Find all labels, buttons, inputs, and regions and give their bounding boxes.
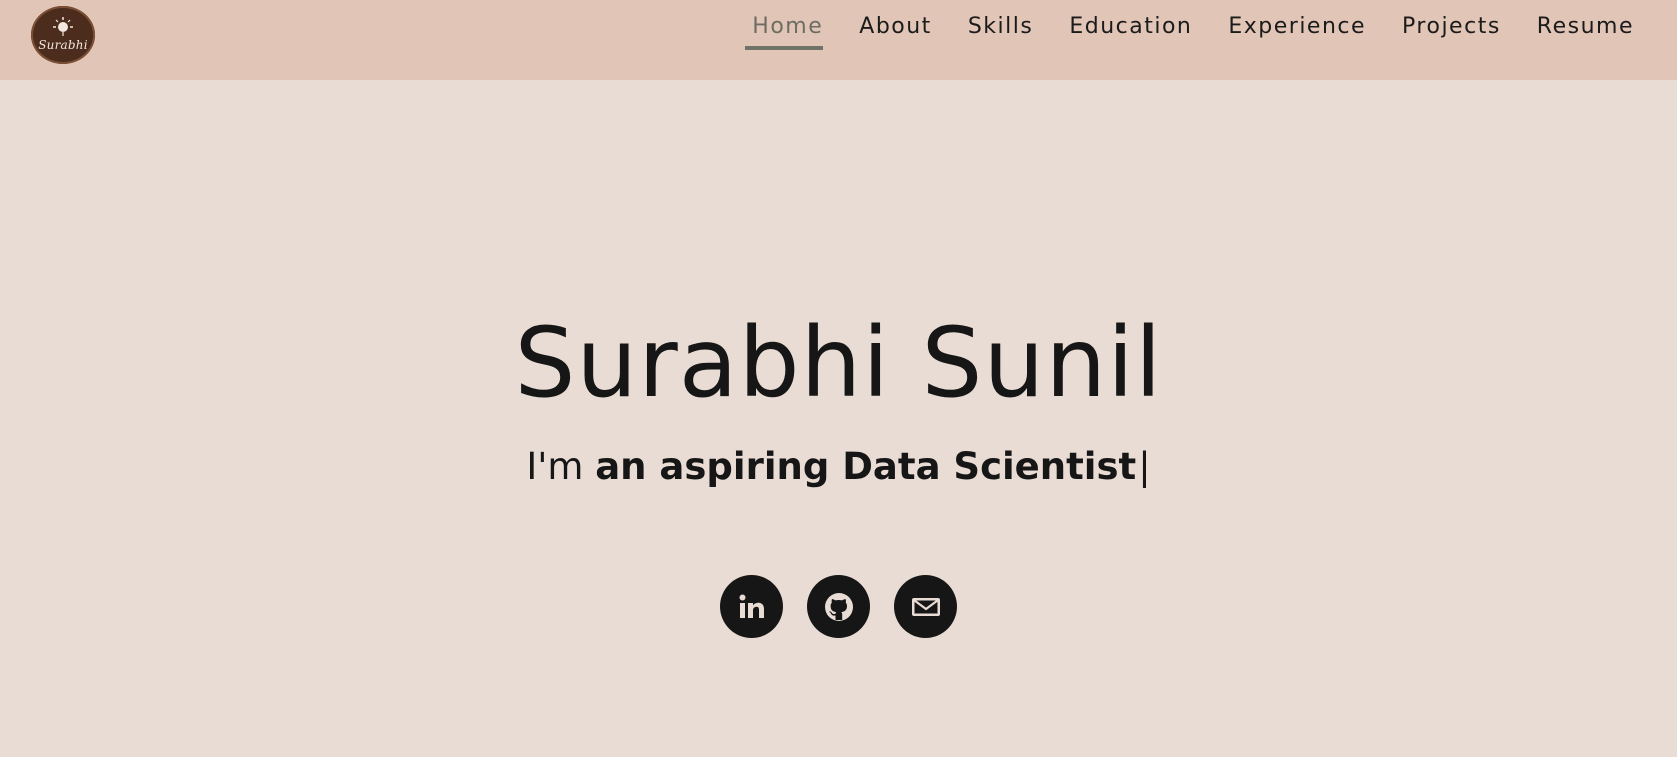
main-nav: Home About Skills Education Experience P… <box>716 14 1634 51</box>
nav-item-education[interactable]: Education <box>1069 14 1192 48</box>
nav-item-resume[interactable]: Resume <box>1537 14 1634 48</box>
sun-icon <box>53 17 73 36</box>
linkedin-button[interactable] <box>720 575 783 638</box>
hero-name: Surabhi Sunil <box>514 307 1163 419</box>
nav-item-projects[interactable]: Projects <box>1402 14 1501 48</box>
hero-tagline: I'm an aspiring Data Scientist| <box>0 445 1677 488</box>
top-navbar: Surabhi Home About Skills Education Expe… <box>0 0 1677 80</box>
email-button[interactable] <box>894 575 957 638</box>
site-logo[interactable]: Surabhi <box>31 6 95 64</box>
linkedin-icon <box>739 594 764 618</box>
logo-text: Surabhi <box>38 38 88 52</box>
social-links <box>0 575 1677 638</box>
nav-item-home[interactable]: Home <box>745 14 824 51</box>
mail-icon <box>911 597 940 616</box>
tagline-prefix: I'm <box>526 445 596 488</box>
nav-item-about[interactable]: About <box>859 14 932 48</box>
nav-item-skills[interactable]: Skills <box>968 14 1034 48</box>
nav-item-experience[interactable]: Experience <box>1228 14 1366 48</box>
tagline-role: an aspiring Data Scientist <box>595 445 1137 488</box>
typing-cursor: | <box>1138 445 1151 488</box>
github-icon <box>824 592 853 621</box>
github-button[interactable] <box>807 575 870 638</box>
